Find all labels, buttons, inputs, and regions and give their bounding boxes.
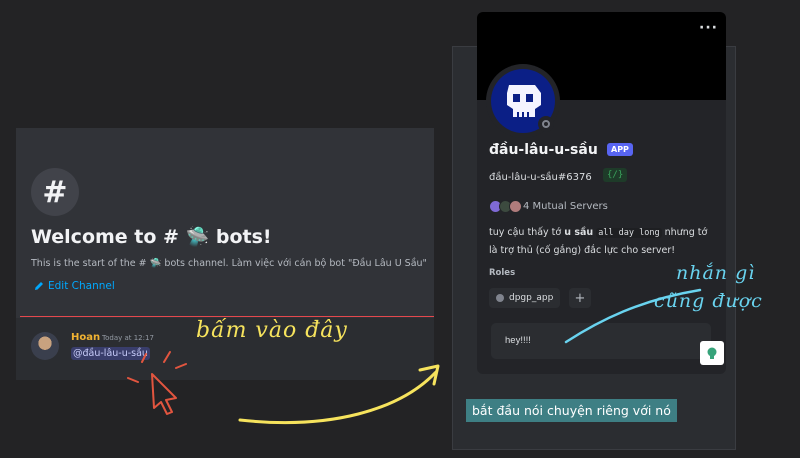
app-badge: APP	[607, 143, 633, 156]
bot-mention[interactable]: @đầu-lâu-u-sầu	[71, 347, 150, 360]
edit-channel-link[interactable]: Edit Channel	[34, 280, 115, 292]
annotation-type-anything-line1: nhắn gì	[676, 262, 756, 284]
profile-display-name: đầu-lâu-u-sầu	[489, 142, 598, 158]
message-author[interactable]: Hoan	[71, 332, 100, 343]
annotation-type-anything-line2: cũng được	[654, 290, 763, 312]
bot-profile-popup: ··· đầu-lâu-u-sầu APP đầu-lâu-u-sầu#6376…	[477, 12, 726, 374]
offline-status-icon	[538, 116, 554, 132]
about-code: all day long	[596, 228, 662, 238]
role-pill[interactable]: dpgp_app	[489, 288, 561, 308]
mutual-servers-link[interactable]: 4 Mutual Servers	[489, 200, 608, 213]
mutual-servers-label: 4 Mutual Servers	[523, 201, 608, 212]
new-messages-divider	[20, 316, 434, 317]
edit-channel-label: Edit Channel	[48, 280, 115, 292]
pencil-icon	[35, 282, 43, 290]
profile-username: đầu-lâu-u-sầu#6376	[489, 172, 592, 183]
caption-label: bắt đầu nói chuyện riêng với nó	[466, 399, 677, 422]
more-options-button[interactable]: ···	[699, 20, 718, 36]
message-timestamp: Today at 12:17	[102, 334, 154, 342]
profile-about-me: tuy cậu thấy tớ u sầu all day long nhưng…	[489, 224, 715, 259]
role-color-dot	[496, 294, 504, 302]
about-bold: u sầu	[564, 227, 594, 238]
add-role-button[interactable]: +	[569, 288, 591, 308]
slash-commands-badge[interactable]: {/}	[603, 168, 628, 182]
direct-message-box[interactable]	[491, 323, 711, 359]
cursor-icon	[151, 373, 177, 415]
welcome-title: Welcome to # 🛸 bots!	[31, 226, 272, 248]
welcome-subtitle: This is the start of the # 🛸 bots channe…	[31, 258, 427, 269]
skull-icon	[507, 85, 541, 117]
lightbulb-icon[interactable]	[700, 341, 724, 365]
about-text: tuy cậu thấy tớ	[489, 227, 565, 238]
direct-message-input[interactable]	[503, 334, 639, 347]
avatar[interactable]	[31, 332, 59, 360]
mutual-server-icons	[489, 200, 522, 213]
role-name: dpgp_app	[509, 293, 554, 303]
annotation-click-here: bấm vào đây	[196, 318, 348, 343]
profile-avatar-ring	[486, 64, 560, 138]
roles-heading: Roles	[489, 268, 516, 278]
channel-hash-icon: #	[31, 168, 79, 216]
